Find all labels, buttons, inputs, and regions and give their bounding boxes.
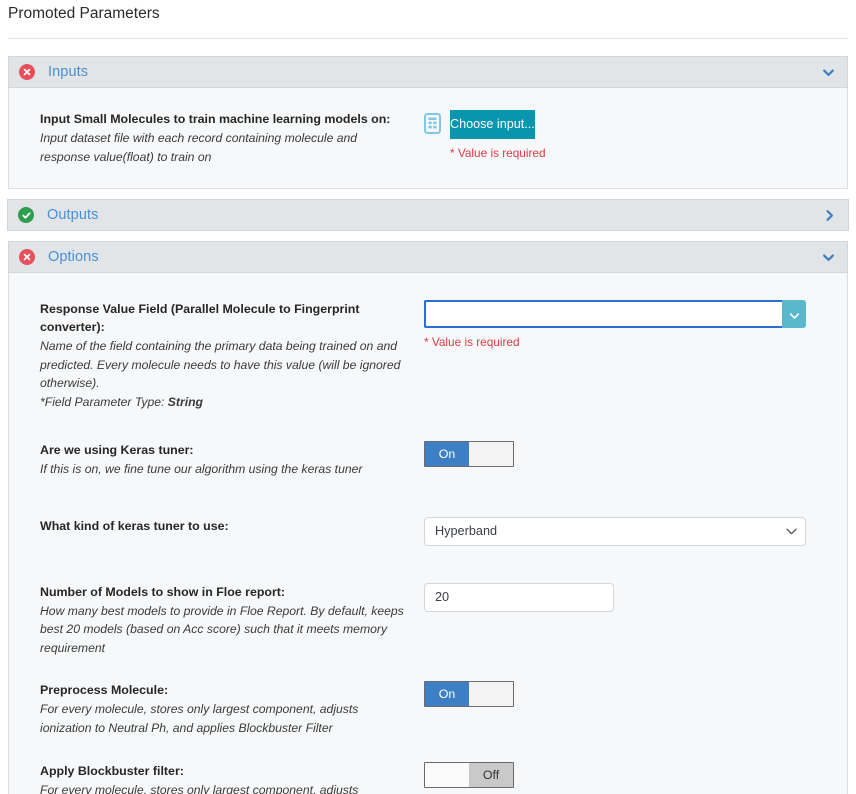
field-text: Number of Models to show in Floe report:… [9, 583, 424, 658]
chevron-right-icon[interactable] [823, 209, 836, 222]
panel-outputs: Outputs [7, 199, 849, 231]
toggle-on-label [425, 763, 469, 787]
error-x-icon [19, 249, 35, 265]
caret-down-icon [789, 307, 799, 322]
field-label: Are we using Keras tuner: [40, 443, 194, 457]
panel-body-inputs: Input Small Molecules to train machine l… [9, 88, 847, 188]
toggle-off-label: Off [469, 763, 513, 787]
field-row-keras-tuner-enabled: Are we using Keras tuner: If this is on,… [9, 411, 847, 479]
validation-message: * Value is required [424, 335, 520, 349]
field-control: On [424, 681, 847, 737]
field-description: How many best models to provide in Floe … [40, 603, 404, 655]
field-control: * Value is required [424, 300, 847, 411]
toggle-off-label [469, 442, 513, 466]
field-parameter-type-prefix: *Field Parameter Type: [40, 394, 168, 409]
field-control: Off [424, 762, 847, 794]
success-check-icon [18, 207, 34, 223]
field-label: Apply Blockbuster filter: [40, 764, 184, 778]
panel-options: Options Response Value Field (Parallel M… [8, 241, 848, 794]
field-row-input-small-molecules: Input Small Molecules to train machine l… [9, 88, 847, 176]
field-row-num-models: Number of Models to show in Floe report:… [9, 546, 847, 658]
field-parameter-type: *Field Parameter Type: String [40, 393, 410, 412]
response-value-field-combo [424, 300, 806, 328]
field-row-response-value-field: Response Value Field (Parallel Molecule … [9, 273, 847, 411]
keras-tuner-kind-select[interactable]: Hyperband [424, 516, 806, 546]
chevron-down-icon[interactable] [822, 251, 835, 264]
field-description: Name of the field containing the primary… [40, 339, 401, 390]
field-control: Hyperband [424, 516, 847, 546]
page-title: Promoted Parameters [8, 5, 160, 22]
panel-title-options: Options [48, 249, 99, 265]
field-text: Input Small Molecules to train machine l… [9, 110, 424, 166]
promoted-parameters-page: Promoted Parameters Inputs Input Small M… [0, 0, 856, 794]
field-row-apply-blockbuster-filter: Apply Blockbuster filter: For every mole… [9, 737, 847, 794]
field-text: Response Value Field (Parallel Molecule … [9, 300, 424, 411]
validation-message: * Value is required [450, 146, 546, 160]
toggle-on-label: On [425, 682, 469, 706]
panel-inputs: Inputs Input Small Molecules to train ma… [8, 56, 848, 189]
field-control: On [424, 441, 847, 479]
panel-title-inputs: Inputs [48, 64, 89, 80]
field-text: Are we using Keras tuner: If this is on,… [9, 441, 424, 479]
field-description: Input dataset file with each record cont… [40, 131, 358, 164]
toggle-off-label [469, 682, 513, 706]
toggle-on-label: On [425, 442, 469, 466]
field-label: What kind of keras tuner to use: [40, 518, 229, 533]
num-models-input[interactable] [424, 582, 614, 612]
field-row-keras-tuner-kind: What kind of keras tuner to use: Hyperba… [9, 479, 847, 546]
panel-title-outputs: Outputs [47, 207, 99, 223]
field-row-preprocess-molecule: Preprocess Molecule: For every molecule,… [9, 657, 847, 737]
response-value-field-input[interactable] [424, 300, 782, 328]
choose-input-button[interactable]: Choose input... [450, 110, 535, 139]
dataset-file-icon [424, 113, 441, 139]
field-label: Number of Models to show in Floe report: [40, 584, 286, 599]
field-text: Preprocess Molecule: For every molecule,… [9, 681, 424, 737]
chevron-down-icon[interactable] [822, 66, 835, 79]
field-description: For every molecule, stores only largest … [40, 702, 359, 735]
field-text: Apply Blockbuster filter: For every mole… [9, 762, 424, 794]
panel-body-options: Response Value Field (Parallel Molecule … [9, 273, 847, 794]
field-label: Input Small Molecules to train machine l… [40, 112, 391, 126]
panel-header-outputs[interactable]: Outputs [7, 199, 849, 231]
apply-blockbuster-filter-toggle[interactable]: Off [424, 762, 514, 788]
field-control [424, 582, 847, 658]
field-text: What kind of keras tuner to use: [9, 517, 424, 546]
keras-tuner-toggle[interactable]: On [424, 441, 514, 467]
panel-header-inputs[interactable]: Inputs [8, 56, 848, 88]
field-parameter-type-value: String [167, 394, 204, 409]
preprocess-molecule-toggle[interactable]: On [424, 681, 514, 707]
field-description: If this is on, we fine tune our algorith… [40, 462, 363, 476]
panel-header-options[interactable]: Options [8, 241, 848, 273]
field-control: Choose input... * Value is required [424, 110, 847, 166]
response-value-field-dropdown-button[interactable] [782, 300, 806, 328]
error-x-icon [19, 64, 35, 80]
field-description: For every molecule, stores only largest … [40, 783, 359, 794]
field-label: Response Value Field (Parallel Molecule … [40, 302, 360, 334]
field-label: Preprocess Molecule: [40, 683, 169, 697]
